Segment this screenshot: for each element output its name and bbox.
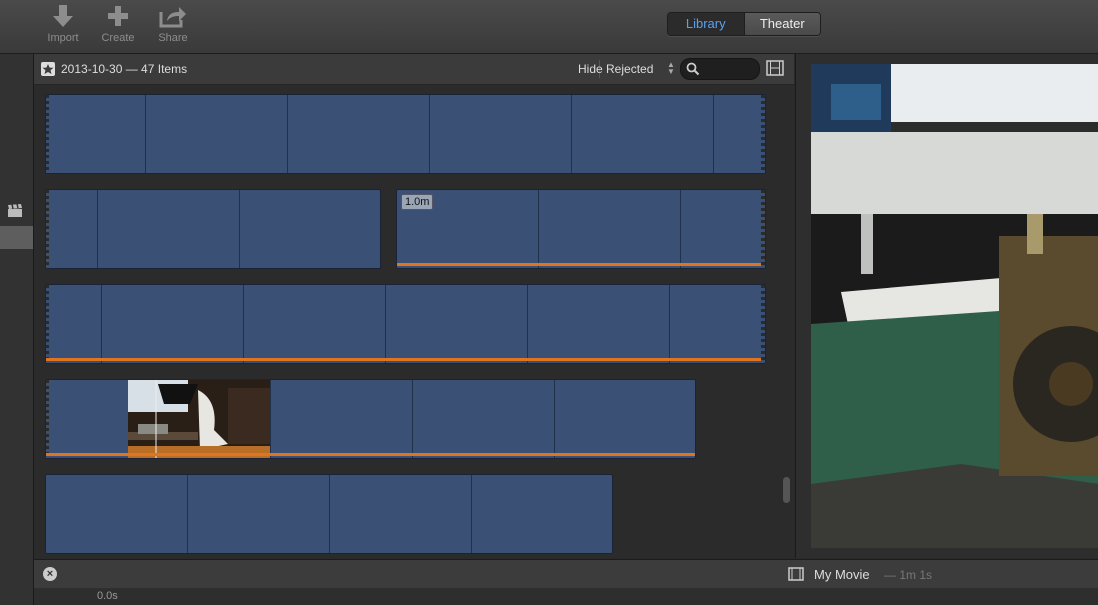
create-button[interactable]: Create — [92, 4, 144, 44]
updown-chevron-icon: ▲ ▼ — [667, 60, 675, 76]
create-label: Create — [101, 32, 135, 44]
favorite-bar — [397, 263, 765, 266]
project-bar: × My Movie — 1m 1s — [34, 559, 1098, 588]
rail-selected-item[interactable] — [0, 226, 33, 249]
frame-divider — [243, 285, 244, 363]
favorite-bar — [46, 358, 765, 361]
share-label: Share — [158, 32, 188, 44]
clip-filmstrip[interactable] — [45, 189, 381, 269]
timeline-start-time: 0.0s — [97, 590, 118, 602]
filmstrip-icon — [788, 567, 804, 586]
frame-divider — [385, 285, 386, 363]
import-label: Import — [47, 32, 79, 44]
browser-header: 2013-10-30 — 47 Items Hide Rejected ▲ ▼ — [34, 54, 794, 85]
event-browser: 1.0m — [34, 85, 794, 558]
frame-divider — [270, 380, 271, 458]
frame-divider — [101, 285, 102, 363]
close-icon[interactable]: × — [43, 567, 57, 581]
filmstrip-icon[interactable] — [766, 60, 784, 81]
frame-divider — [145, 95, 146, 173]
frame-divider — [329, 475, 330, 553]
frame-divider — [287, 95, 288, 173]
import-button[interactable]: Import — [37, 4, 89, 44]
search-icon — [686, 62, 700, 76]
project-duration: — 1m 1s — [884, 568, 933, 582]
clip-continuation-edge — [761, 190, 765, 268]
clip-filmstrip[interactable] — [45, 94, 766, 174]
frame-divider — [412, 380, 413, 458]
frame-divider — [680, 190, 681, 268]
clip-filmstrip[interactable] — [45, 379, 696, 459]
frame-divider — [669, 285, 670, 363]
frame-divider — [554, 380, 555, 458]
clip-duration-badge: 1.0m — [401, 194, 434, 210]
library-tab[interactable]: Library — [668, 13, 745, 35]
clip-continuation-edge — [761, 285, 765, 363]
clip-filmstrip[interactable] — [45, 284, 766, 364]
browser-scrollbar-thumb[interactable] — [783, 477, 790, 503]
library-theater-toggle: Library Theater — [667, 12, 821, 36]
clip-filmstrip[interactable]: 1.0m — [396, 189, 766, 269]
frame-divider — [187, 475, 188, 553]
clapperboard-icon[interactable] — [8, 203, 22, 222]
project-name[interactable]: My Movie — [814, 567, 870, 582]
clip-continuation-edge — [46, 95, 49, 173]
frame-divider — [713, 95, 714, 173]
star-icon — [41, 62, 55, 76]
search-field[interactable] — [680, 58, 760, 80]
libraries-rail — [0, 54, 34, 605]
toolbar: Import Create Share Library Theater — [0, 0, 1098, 54]
clip-continuation-edge — [46, 285, 49, 363]
viewer-panel — [795, 54, 1098, 558]
viewer-image — [811, 64, 1098, 548]
frame-divider — [239, 190, 240, 268]
event-title: 2013-10-30 — 47 Items — [61, 62, 188, 76]
frame-divider — [538, 190, 539, 268]
frame-divider — [429, 95, 430, 173]
hide-rejected-dropdown[interactable]: Hide Rejected — [578, 62, 653, 76]
theater-tab[interactable]: Theater — [744, 13, 820, 35]
plus-icon — [92, 4, 144, 30]
clip-continuation-edge — [761, 95, 765, 173]
frame-divider — [97, 190, 98, 268]
favorite-bar — [46, 453, 695, 456]
timeline[interactable]: 0.0s — [34, 588, 1098, 605]
download-arrow-icon — [37, 4, 89, 30]
clip-filmstrip[interactable] — [45, 474, 613, 554]
clip-continuation-edge — [46, 190, 49, 268]
share-icon — [147, 4, 199, 30]
share-button[interactable]: Share — [147, 4, 199, 44]
clip-continuation-edge — [46, 380, 49, 458]
frame-divider — [527, 285, 528, 363]
frame-divider — [571, 95, 572, 173]
frame-divider — [471, 475, 472, 553]
clip-thumbnail-frame — [128, 380, 270, 458]
